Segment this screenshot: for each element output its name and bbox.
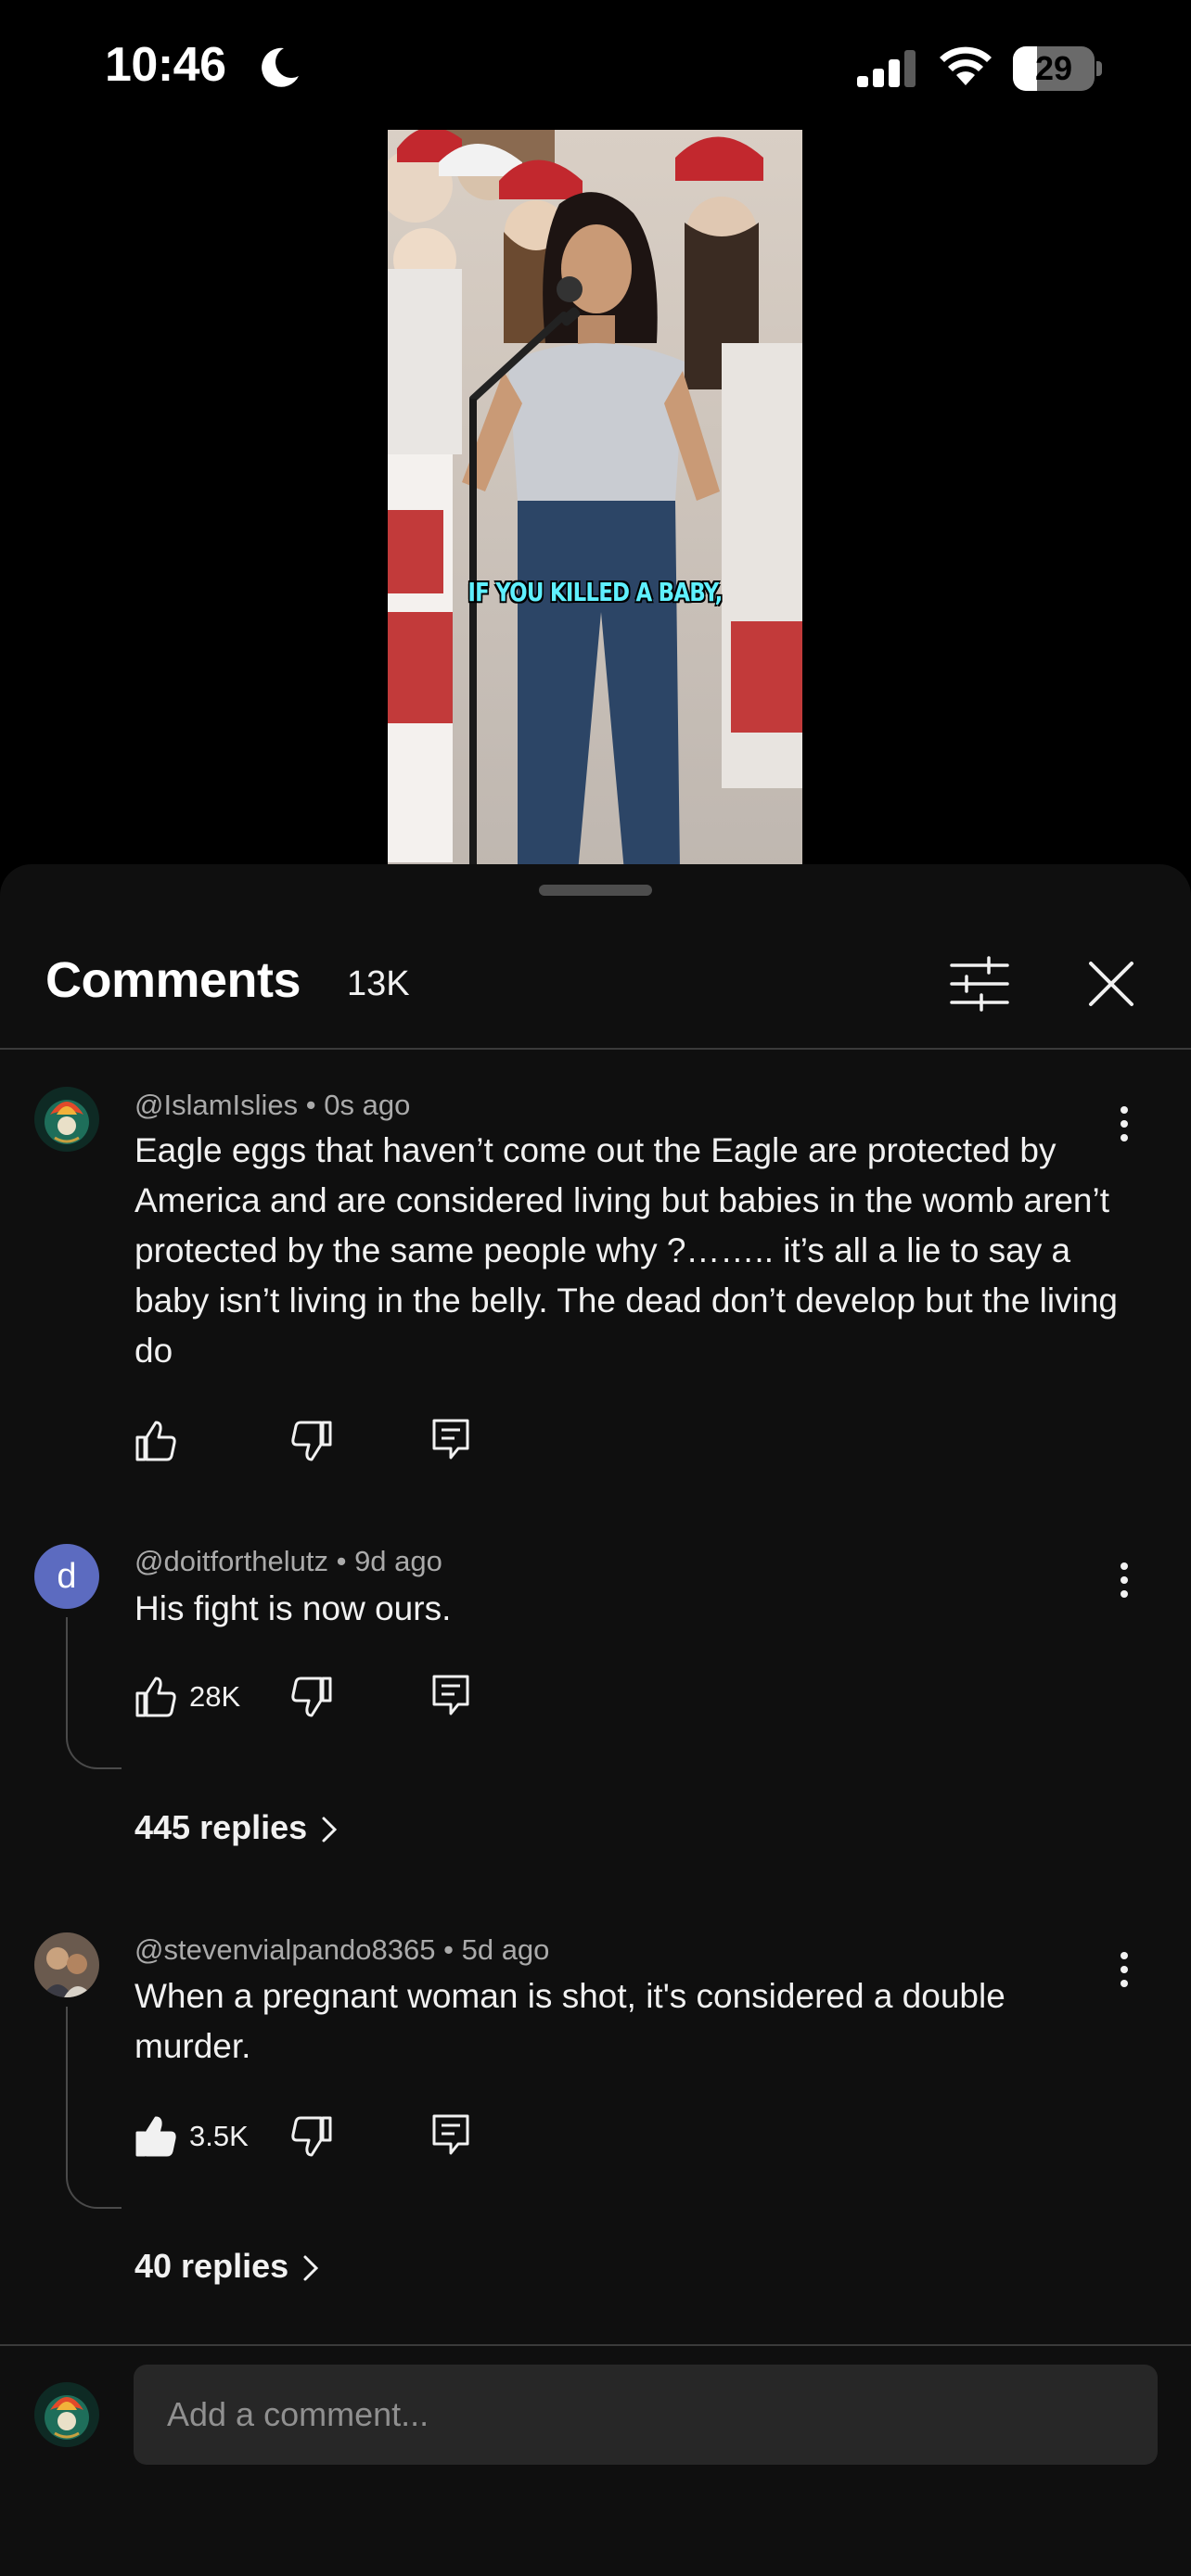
comment-actions-layer: 28K 445 replies 3.5K 40 replies <box>0 864 1191 2348</box>
like-icon[interactable] <box>134 1419 178 1463</box>
status-bar: 10:46 29 <box>0 0 1191 139</box>
like-count: 3.5K <box>189 2120 249 2152</box>
my-avatar[interactable] <box>34 2382 99 2447</box>
battery-body: 29 <box>1013 46 1095 91</box>
battery-nub <box>1096 61 1102 76</box>
add-comment-input[interactable] <box>134 2365 1158 2465</box>
like-icon[interactable] <box>134 1675 178 1719</box>
battery-percent: 29 <box>1034 49 1073 87</box>
video-frame <box>388 130 802 872</box>
wifi-icon <box>940 46 992 85</box>
video-player[interactable]: IF YOU KILLED A BABY, <box>388 130 802 872</box>
dislike-icon[interactable] <box>289 1675 334 1719</box>
reply-icon[interactable] <box>429 2112 473 2157</box>
replies-label: 445 replies <box>134 1808 308 1846</box>
cellular-signal-icon <box>857 50 916 87</box>
replies-label: 40 replies <box>134 2247 289 2285</box>
dislike-icon[interactable] <box>289 2114 334 2159</box>
status-time: 10:46 <box>105 38 226 92</box>
like-count: 28K <box>189 1680 241 1713</box>
view-replies-button[interactable]: 445 replies <box>134 1808 340 1847</box>
reply-icon[interactable] <box>429 1673 473 1717</box>
moon-icon <box>262 47 299 87</box>
chevron-right-icon <box>303 2255 319 2281</box>
screen: 10:46 29 IF YOU KILLED A BABY, Comments … <box>0 0 1191 2576</box>
view-replies-button[interactable]: 40 replies <box>134 2247 322 2286</box>
chevron-right-icon <box>322 1817 338 1843</box>
battery-icon: 29 <box>1013 46 1102 91</box>
like-icon-filled[interactable] <box>134 2114 178 2159</box>
reply-icon[interactable] <box>429 1417 473 1461</box>
dislike-icon[interactable] <box>289 1419 334 1463</box>
video-caption: IF YOU KILLED A BABY, <box>467 577 723 607</box>
add-comment-field[interactable] <box>134 2365 1158 2465</box>
avatar-emblem-icon <box>34 2382 99 2447</box>
